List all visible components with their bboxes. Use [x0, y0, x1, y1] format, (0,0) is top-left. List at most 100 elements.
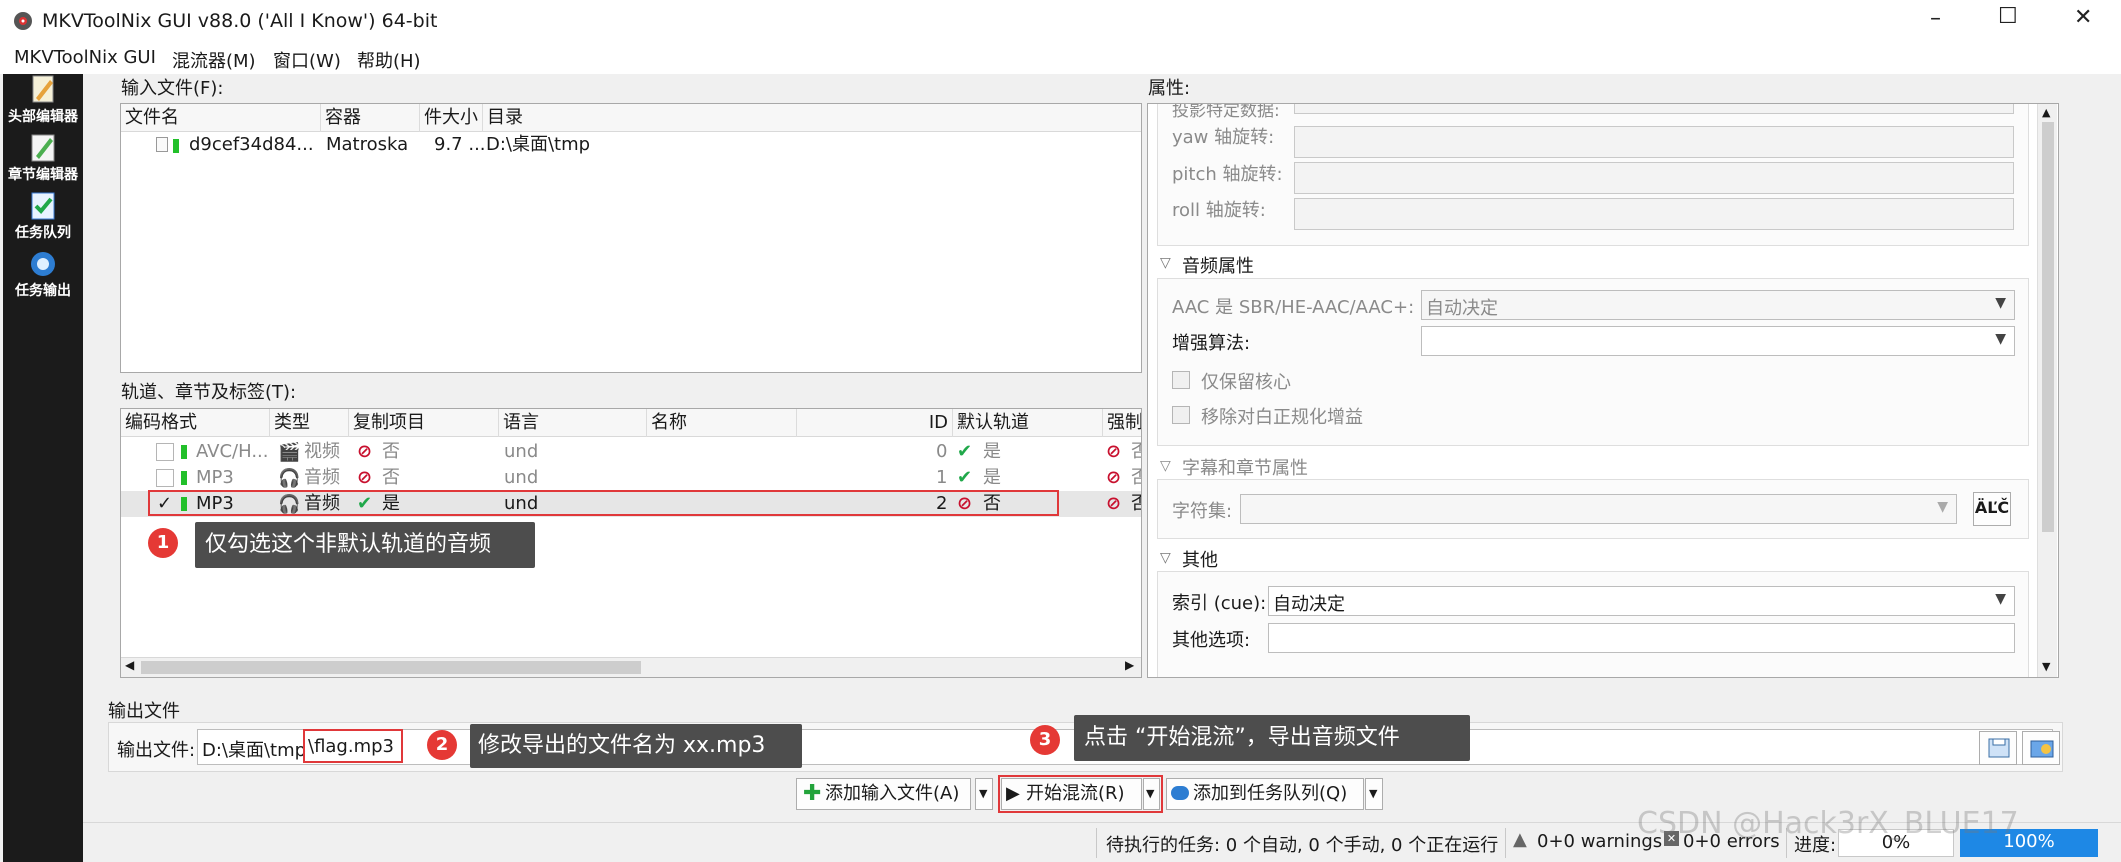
collapse-audio-icon[interactable]: ▽	[1160, 255, 1171, 271]
pending-jobs: 待执行的任务: 0 个自动, 0 个手动, 0 个正在运行	[1106, 835, 1499, 856]
track-id: 0	[936, 441, 948, 462]
add-input-dropdown[interactable]: ▼	[975, 778, 993, 810]
close-window-icon[interactable]: ✕	[2074, 5, 2092, 30]
scroll-down-icon[interactable]: ▼	[2042, 660, 2050, 673]
recent-dir-button[interactable]	[2022, 731, 2060, 765]
track-id: 1	[936, 467, 948, 488]
sidebar-item-job-output[interactable]: 任务输出	[3, 248, 83, 306]
tracks-h-scrollbar[interactable]: ◀ ▶	[121, 657, 1141, 677]
track-copy: 否	[382, 467, 400, 488]
sidebar-item-job-queue[interactable]: 任务队列	[3, 190, 83, 248]
yaw-field[interactable]	[1294, 126, 2014, 158]
highlight-filename	[303, 729, 403, 763]
input-files-header: 文件名 容器 件大小 目录	[121, 104, 1141, 132]
output-path-prefix: D:\桌面\tmp	[202, 740, 307, 761]
annotation-text: 仅勾选这个非默认轨道的音频	[205, 532, 492, 557]
status-green-icon	[181, 445, 187, 459]
col-forced[interactable]: 强制	[1103, 409, 1141, 437]
annotation-badge-3: 3	[1030, 725, 1060, 755]
col-container[interactable]: 容器	[321, 104, 420, 132]
scroll-right-icon[interactable]: ▶	[1125, 658, 1134, 672]
track-row[interactable]: AVC/H... 🎬 视频 ⊘ 否 und 0 ✔ 是 ⊘ 否	[121, 439, 1141, 465]
input-file-row[interactable]: d9cef34d84... Matroska 9.7 ... D:\桌面\tmp	[121, 132, 1141, 158]
track-type: 音频	[304, 467, 340, 488]
input-files-table[interactable]: 文件名 容器 件大小 目录 d9cef34d84... Matroska 9.7…	[120, 103, 1142, 373]
scroll-thumb[interactable]	[2042, 122, 2054, 532]
file-icon	[156, 137, 168, 152]
plus-icon: ✚	[803, 781, 822, 806]
col-codec[interactable]: 编码格式	[121, 409, 270, 437]
no-icon: ⊘	[357, 441, 373, 462]
col-language[interactable]: 语言	[499, 409, 647, 437]
aac-select[interactable]: 自动决定 ▼	[1421, 290, 2015, 320]
chevron-down-icon: ▼	[979, 787, 988, 800]
charset-detect-button[interactable]: ÄĽČ	[1973, 492, 2011, 526]
track-row[interactable]: MP3 🎧 音频 ⊘ 否 und 1 ✔ 是 ⊘ 否	[121, 465, 1141, 491]
collapse-other-icon[interactable]: ▽	[1160, 550, 1171, 566]
col-name[interactable]: 名称	[647, 409, 797, 437]
annotation-callout-3: 点击 “开始混流”，导出音频文件	[1074, 715, 1470, 761]
status-separator	[1096, 828, 1097, 858]
chevron-down-icon: ▼	[1937, 499, 1948, 515]
pitch-field[interactable]	[1294, 162, 2014, 194]
other-group-title: 其他	[1182, 550, 1218, 571]
properties-v-scrollbar[interactable]: ▲ ▼	[2037, 104, 2057, 677]
header-editor-icon	[32, 75, 54, 103]
warning-icon: ▲	[1513, 829, 1527, 850]
file-container: Matroska	[326, 134, 409, 155]
col-filename[interactable]: 文件名	[121, 104, 321, 132]
roll-label: roll 轴旋转:	[1172, 200, 1266, 221]
menu-mkvtoolnix[interactable]: MKVToolNix GUI	[14, 47, 156, 68]
sidebar-label: 章节编辑器	[8, 167, 78, 183]
projection-field[interactable]	[1294, 104, 2014, 114]
menu-help[interactable]: 帮助(H)	[357, 47, 421, 73]
no-icon: ⊘	[1106, 467, 1122, 488]
other-options-label: 其他选项:	[1172, 630, 1251, 651]
scroll-up-icon[interactable]: ▲	[2042, 106, 2050, 119]
col-size[interactable]: 件大小	[420, 104, 483, 132]
collapse-subtitle-icon[interactable]: ▽	[1160, 458, 1171, 474]
track-codec: AVC/H...	[196, 441, 269, 462]
add-to-queue-dropdown[interactable]: ▼	[1365, 778, 1383, 810]
pitch-label: pitch 轴旋转:	[1172, 164, 1283, 185]
col-default[interactable]: 默认轨道	[953, 409, 1103, 437]
track-checkbox[interactable]	[156, 469, 174, 487]
col-id[interactable]: ID	[797, 409, 953, 437]
track-copy: 否	[382, 441, 400, 462]
track-checkbox[interactable]	[156, 443, 174, 461]
maximize-icon[interactable]: ☐	[1998, 4, 2018, 29]
menu-window[interactable]: 窗口(W)	[273, 47, 341, 73]
browse-output-button[interactable]	[1979, 731, 2017, 765]
roll-field[interactable]	[1294, 198, 2014, 230]
core-only-checkbox[interactable]	[1172, 371, 1190, 389]
track-default: 是	[983, 467, 1001, 488]
remove-dialnorm-checkbox[interactable]	[1172, 406, 1190, 424]
aac-value: 自动决定	[1426, 298, 1498, 319]
enhance-select[interactable]: ▼	[1421, 326, 2015, 356]
add-to-queue-button[interactable]: 添加到任务队列(Q)	[1166, 778, 1364, 810]
scroll-thumb[interactable]	[141, 661, 641, 674]
track-forced: 否	[1131, 439, 1141, 465]
track-type: 视频	[304, 441, 340, 462]
charset-select[interactable]: ▼	[1240, 494, 1957, 524]
input-files-label: 输入文件(F):	[121, 78, 224, 99]
other-options-input[interactable]	[1268, 623, 2015, 653]
col-directory[interactable]: 目录	[483, 104, 1141, 132]
add-input-file-button[interactable]: ✚ 添加输入文件(A)	[796, 778, 971, 810]
col-type[interactable]: 类型	[270, 409, 349, 437]
add-input-file-label: 添加输入文件(A)	[825, 783, 960, 804]
tracks-label: 轨道、章节及标签(T):	[121, 382, 297, 403]
sidebar-item-header-editor[interactable]: 头部编辑器	[3, 74, 83, 132]
title-bar: MKVToolNix GUI v88.0 ('All I Know') 64-b…	[0, 0, 2121, 44]
scroll-left-icon[interactable]: ◀	[125, 658, 134, 672]
audio-group: AAC 是 SBR/HE-AAC/AAC+: 自动决定 ▼ 增强算法: ▼ 仅保…	[1157, 278, 2029, 446]
chevron-down-icon: ▼	[1995, 295, 2006, 311]
queue-icon	[1171, 786, 1189, 800]
col-id-label: ID	[928, 412, 948, 433]
minimize-icon[interactable]: –	[1930, 6, 1941, 31]
aac-label: AAC 是 SBR/HE-AAC/AAC+:	[1172, 297, 1415, 318]
col-copy[interactable]: 复制项目	[349, 409, 499, 437]
cue-select[interactable]: 自动决定 ▼	[1268, 586, 2015, 616]
menu-multiplexer[interactable]: 混流器(M)	[172, 47, 256, 73]
sidebar-item-chapter-editor[interactable]: 章节编辑器	[3, 132, 83, 190]
